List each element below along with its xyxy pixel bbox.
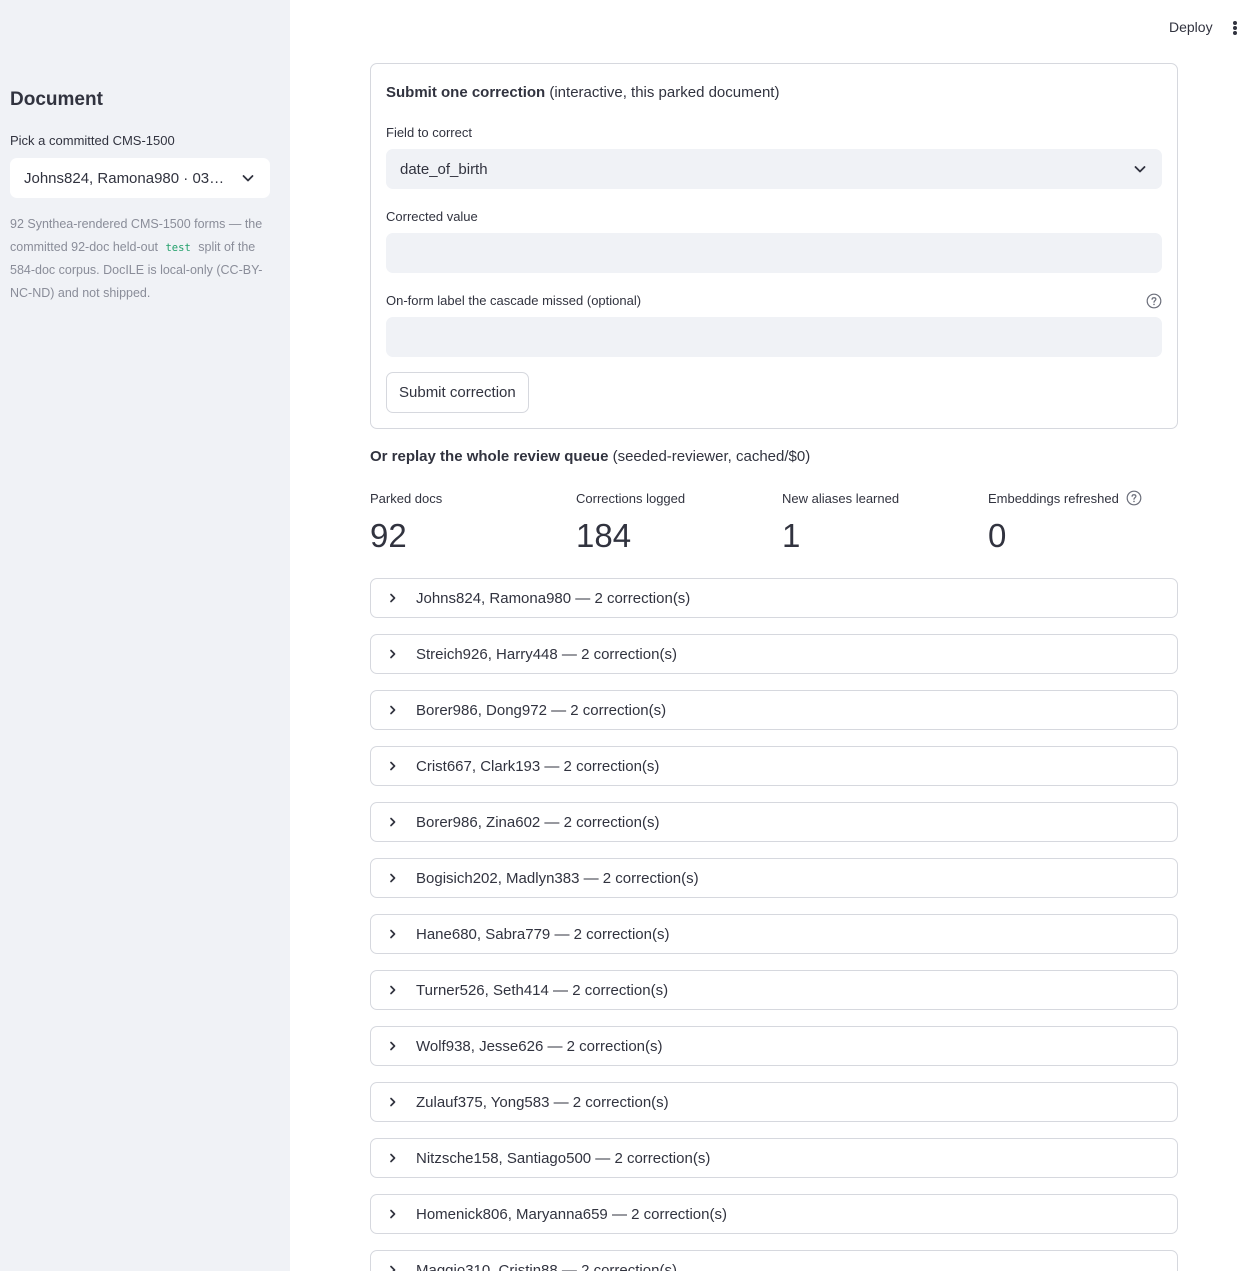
expander-document[interactable]: Borer986, Dong972 — 2 correction(s) (370, 690, 1178, 730)
expander-document[interactable]: Turner526, Seth414 — 2 correction(s) (370, 970, 1178, 1010)
metric-label: Parked docs (370, 490, 443, 506)
deploy-button[interactable]: Deploy (1169, 19, 1213, 35)
metric-embeddings-refreshed: Embeddings refreshed 0 (988, 490, 1188, 554)
chevron-right-icon (390, 649, 396, 659)
metric-value: 92 (370, 517, 407, 554)
metric-label: New aliases learned (782, 490, 900, 506)
chevron-right-icon (390, 929, 396, 939)
chevron-right-icon (390, 761, 396, 771)
expander-label: Borer986, Zina602 — 2 correction(s) (416, 813, 660, 831)
metric-parked-docs: Parked docs 92 (370, 490, 570, 554)
correction-form: Submit one correction (interactive, this… (370, 63, 1178, 429)
metric-new-aliases: New aliases learned 1 (782, 490, 982, 554)
corrected-value-label: Corrected value (386, 209, 478, 224)
caption-code: test (165, 241, 191, 254)
expander-label: Bogisich202, Madlyn383 — 2 correction(s) (416, 869, 699, 887)
field-select-label: Field to correct (386, 125, 472, 140)
expander-label: Wolf938, Jesse626 — 2 correction(s) (416, 1037, 663, 1055)
expander-label: Crist667, Clark193 — 2 correction(s) (416, 757, 660, 775)
expander-label: Streich926, Harry448 — 2 correction(s) (416, 645, 677, 663)
expander-document[interactable]: Hane680, Sabra779 — 2 correction(s) (370, 914, 1178, 954)
expander-label: Nitzsche158, Santiago500 — 2 correction(… (416, 1149, 711, 1167)
document-select-label: Pick a committed CMS-1500 (10, 133, 175, 148)
expander-label: Turner526, Seth414 — 2 correction(s) (416, 981, 669, 999)
chevron-right-icon (390, 1209, 396, 1219)
expander-document[interactable]: Johns824, Ramona980 — 2 correction(s) (370, 578, 1178, 618)
expander-document[interactable]: Nitzsche158, Santiago500 — 2 correction(… (370, 1138, 1178, 1178)
expander-document[interactable]: Borer986, Zina602 — 2 correction(s) (370, 802, 1178, 842)
chevron-down-icon (242, 175, 254, 182)
expander-document[interactable]: Zulauf375, Yong583 — 2 correction(s) (370, 1082, 1178, 1122)
form-title: Submit one correction (interactive, this… (386, 84, 779, 101)
chevron-right-icon (390, 1153, 396, 1163)
metric-label: Embeddings refreshed (988, 490, 1188, 506)
form-title-bold: Submit one correction (386, 84, 546, 101)
expander-label: Johns824, Ramona980 — 2 correction(s) (416, 589, 691, 607)
sidebar-title: Document (10, 89, 103, 110)
replay-title-bold: Or replay the whole review queue (370, 448, 609, 465)
chevron-right-icon (390, 593, 396, 603)
chevron-right-icon (390, 1097, 396, 1107)
main-menu-icon[interactable] (1230, 19, 1240, 37)
field-select[interactable]: date_of_birth (386, 149, 1162, 189)
expander-label: Borer986, Dong972 — 2 correction(s) (416, 701, 667, 719)
metric-value: 0 (988, 517, 1007, 554)
expander-label: Hane680, Sabra779 — 2 correction(s) (416, 925, 670, 943)
help-icon[interactable] (1146, 293, 1162, 309)
expander-document[interactable]: Streich926, Harry448 — 2 correction(s) (370, 634, 1178, 674)
form-title-rest: (interactive, this parked document) (545, 84, 780, 101)
help-icon[interactable] (1126, 490, 1142, 506)
document-select[interactable]: Johns824, Ramona980 · 032… (10, 158, 270, 198)
document-select-value: Johns824, Ramona980 · 032… (24, 169, 232, 187)
field-select-value: date_of_birth (400, 160, 488, 178)
metric-corrections-logged: Corrections logged 184 (576, 490, 776, 554)
missed-label-input[interactable] (386, 317, 1162, 357)
expander-document[interactable]: Maggio310, Cristin88 — 2 correction(s) (370, 1250, 1178, 1271)
expander-document[interactable]: Homenick806, Maryanna659 — 2 correction(… (370, 1194, 1178, 1234)
replay-title-rest: (seeded-reviewer, cached/$0) (608, 448, 811, 465)
expander-document[interactable]: Wolf938, Jesse626 — 2 correction(s) (370, 1026, 1178, 1066)
replay-title: Or replay the whole review queue (seeded… (370, 448, 810, 465)
chevron-right-icon (390, 1265, 396, 1271)
metric-label: Corrections logged (576, 490, 686, 506)
sidebar: Document Pick a committed CMS-1500 Johns… (0, 0, 290, 1271)
expander-label: Zulauf375, Yong583 — 2 correction(s) (416, 1093, 669, 1111)
expander-document[interactable]: Bogisich202, Madlyn383 — 2 correction(s) (370, 858, 1178, 898)
metric-value: 1 (782, 517, 801, 554)
sidebar-caption: 92 Synthea-rendered CMS-1500 forms — the… (10, 213, 272, 304)
corrected-value-input[interactable] (386, 233, 1162, 273)
chevron-right-icon (390, 817, 396, 827)
chevron-down-icon (1134, 166, 1146, 173)
expander-label: Homenick806, Maryanna659 — 2 correction(… (416, 1205, 727, 1223)
chevron-right-icon (390, 1041, 396, 1051)
metric-value: 184 (576, 517, 632, 554)
chevron-right-icon (390, 705, 396, 715)
chevron-right-icon (390, 873, 396, 883)
expander-label: Maggio310, Cristin88 — 2 correction(s) (416, 1261, 677, 1271)
expander-document[interactable]: Crist667, Clark193 — 2 correction(s) (370, 746, 1178, 786)
missed-label-label: On-form label the cascade missed (option… (386, 293, 642, 308)
submit-correction-button[interactable]: Submit correction (386, 372, 529, 413)
chevron-right-icon (390, 985, 396, 995)
